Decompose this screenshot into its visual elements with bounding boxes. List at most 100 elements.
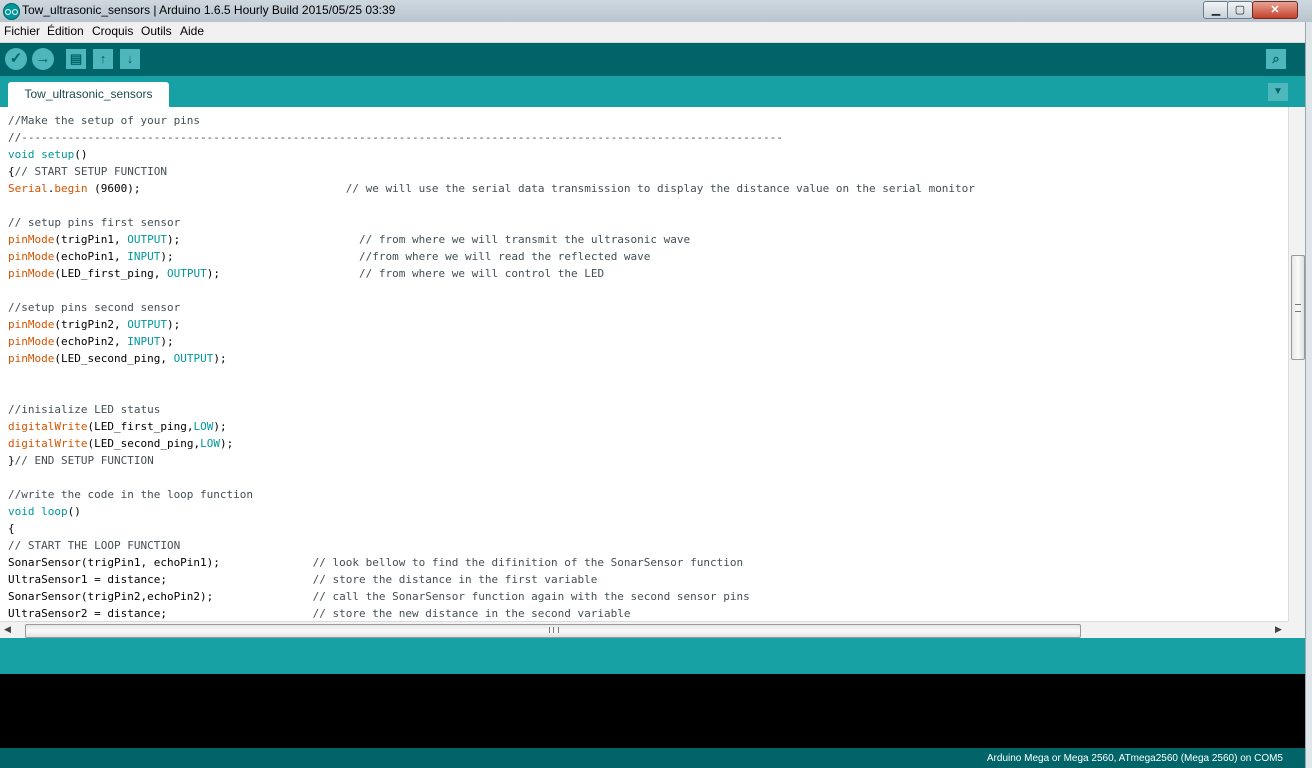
tab-tow-ultrasonic-sensors[interactable]: Tow_ultrasonic_sensors xyxy=(8,82,169,107)
code-token: digitalWrite xyxy=(8,437,88,450)
code-token: // call the SonarSensor function again w… xyxy=(312,590,750,603)
code-token: //from where we will read the reflected … xyxy=(359,250,651,263)
code-token: { xyxy=(8,522,15,535)
code-token: pinMode xyxy=(8,318,55,331)
code-token: // store the distance in the first varia… xyxy=(312,573,598,586)
tab-menu-button[interactable]: ▼ xyxy=(1268,83,1288,101)
code-token: () xyxy=(74,148,88,161)
code-token: (echoPin1, xyxy=(54,250,128,263)
code-token: OUTPUT xyxy=(127,233,167,246)
code-token: (9600); xyxy=(87,182,346,195)
code-line: // setup pins first sensor xyxy=(8,214,975,231)
scroll-right-arrow-icon[interactable]: ▶ xyxy=(1275,624,1282,635)
title-bar: Tow_ultrasonic_sensors | Arduino 1.6.5 H… xyxy=(0,0,1312,22)
checkmark-icon: ✓ xyxy=(9,50,23,67)
code-token: //setup pins second sensor xyxy=(8,301,181,314)
code-token: begin xyxy=(54,182,88,195)
code-line: pinMode(LED_first_ping, OUTPUT); // from… xyxy=(8,265,975,282)
desktop-background xyxy=(1305,22,1312,768)
menu-edition[interactable]: Édition xyxy=(47,24,84,38)
code-line: // START THE LOOP FUNCTION xyxy=(8,537,975,554)
vertical-scroll-thumb[interactable] xyxy=(1291,255,1305,360)
window-title: Tow_ultrasonic_sensors | Arduino 1.6.5 H… xyxy=(22,3,396,17)
horizontal-scrollbar[interactable]: ◀ ▶ xyxy=(0,621,1288,639)
new-sketch-button[interactable]: ▤ xyxy=(66,49,86,69)
toolbar: ✓ → ▤ ↑ ↓ ⌕ xyxy=(0,43,1305,76)
code-line: //inisialize LED status xyxy=(8,401,975,418)
console-output[interactable] xyxy=(0,674,1305,748)
code-token: LOW xyxy=(200,437,220,450)
arduino-logo-icon xyxy=(3,3,20,20)
code-token: } xyxy=(8,454,15,467)
code-token: OUTPUT xyxy=(127,318,167,331)
code-token: ); xyxy=(213,352,227,365)
code-token: // store the new distance in the second … xyxy=(312,607,631,620)
code-token: //write the code in the loop function xyxy=(8,488,254,501)
tab-strip: Tow_ultrasonic_sensors ▼ xyxy=(0,76,1305,107)
magnifier-icon: ⌕ xyxy=(1272,51,1280,66)
scroll-left-arrow-icon[interactable]: ◀ xyxy=(4,624,11,635)
code-line: UltraSensor2 = distance; // store the ne… xyxy=(8,605,975,621)
document-icon: ▤ xyxy=(69,51,83,66)
code-token: Serial xyxy=(8,182,48,195)
code-token: ); xyxy=(206,267,360,280)
code-lines: //Make the setup of your pins //---------… xyxy=(8,112,975,621)
board-port-info: Arduino Mega or Mega 2560, ATmega2560 (M… xyxy=(986,753,1283,764)
verify-button[interactable]: ✓ xyxy=(5,48,27,70)
code-token: void xyxy=(8,505,35,518)
scroll-corner xyxy=(1288,621,1305,638)
minimize-button[interactable]: ▁ xyxy=(1203,1,1229,19)
horizontal-scroll-thumb[interactable] xyxy=(25,624,1081,638)
message-area xyxy=(0,638,1305,674)
upload-button[interactable]: → xyxy=(32,48,54,70)
arrow-right-icon: → xyxy=(35,50,51,67)
code-line: SonarSensor(trigPin1, echoPin1); // look… xyxy=(8,554,975,571)
code-token: setup xyxy=(41,148,75,161)
code-line: //Make the setup of your pins xyxy=(8,112,975,129)
save-sketch-button[interactable]: ↓ xyxy=(120,49,140,69)
code-token: pinMode xyxy=(8,267,55,280)
maximize-button[interactable]: ▢ xyxy=(1227,1,1253,19)
code-token: (LED_second_ping, xyxy=(54,352,174,365)
menu-outils[interactable]: Outils xyxy=(141,24,172,38)
menu-aide[interactable]: Aide xyxy=(180,24,204,38)
code-token: OUTPUT xyxy=(173,352,214,365)
code-line: Serial.begin (9600); // we will use the … xyxy=(8,180,975,197)
code-line: //write the code in the loop function xyxy=(8,486,975,503)
code-editor[interactable]: //Make the setup of your pins //---------… xyxy=(0,107,1288,621)
board-status-bar: Arduino Mega or Mega 2560, ATmega2560 (M… xyxy=(0,748,1305,768)
code-token: (LED_first_ping, xyxy=(54,267,167,280)
code-line: {// START SETUP FUNCTION xyxy=(8,163,975,180)
code-token: ); xyxy=(160,250,360,263)
code-token: (trigPin2, xyxy=(54,318,128,331)
code-token: SonarSensor(trigPin2,echoPin2); xyxy=(8,590,313,603)
vertical-scrollbar[interactable] xyxy=(1288,107,1306,621)
code-token: ); xyxy=(160,335,174,348)
code-token: (echoPin2, xyxy=(54,335,128,348)
code-line: digitalWrite(LED_second_ping,LOW); xyxy=(8,435,975,452)
code-line: void setup() xyxy=(8,146,975,163)
code-token: (LED_first_ping, xyxy=(87,420,194,433)
code-token: // look bellow to find the difinition of… xyxy=(312,556,744,569)
code-token: () xyxy=(67,505,81,518)
code-token: pinMode xyxy=(8,250,55,263)
code-token: ); xyxy=(166,233,360,246)
code-token: ); xyxy=(219,437,234,450)
code-token: // START SETUP FUNCTION xyxy=(14,165,167,178)
code-token: OUTPUT xyxy=(166,267,207,280)
code-token: INPUT xyxy=(127,250,161,263)
code-line: SonarSensor(trigPin2,echoPin2); // call … xyxy=(8,588,975,605)
close-button[interactable]: ✕ xyxy=(1252,1,1298,19)
code-token: loop xyxy=(41,505,68,518)
menu-croquis[interactable]: Croquis xyxy=(92,24,133,38)
serial-monitor-button[interactable]: ⌕ xyxy=(1266,49,1286,69)
code-token: digitalWrite xyxy=(8,420,88,433)
menu-fichier[interactable]: Fichier xyxy=(4,24,40,38)
open-sketch-button[interactable]: ↑ xyxy=(93,49,113,69)
code-token: (trigPin1, xyxy=(54,233,128,246)
code-line: //setup pins second sensor xyxy=(8,299,975,316)
code-token: (LED_second_ping, xyxy=(87,437,201,450)
